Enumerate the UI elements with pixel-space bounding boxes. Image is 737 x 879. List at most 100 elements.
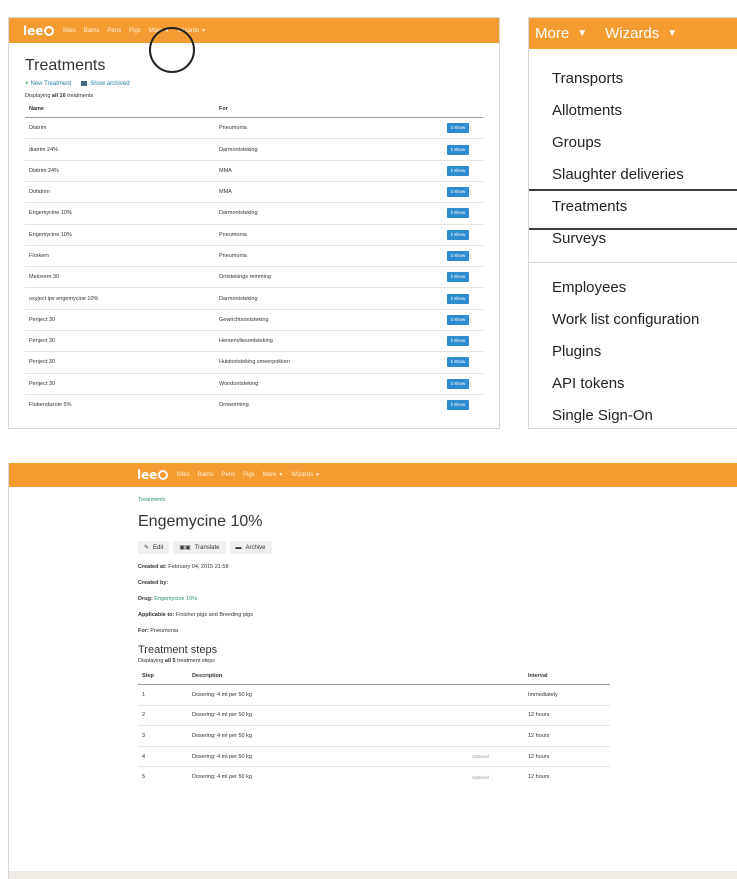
- cell-interval: Immediately: [528, 691, 558, 698]
- show-button[interactable]: ℹ Show: [447, 229, 470, 240]
- nav-pens[interactable]: Pens: [107, 28, 121, 34]
- count-prefix: Displaying: [25, 93, 51, 100]
- nav-wizards[interactable]: Wizards: [605, 25, 659, 42]
- menu-item-employees[interactable]: Employees: [529, 277, 737, 309]
- menu-item-allotments[interactable]: Allotments: [529, 100, 737, 132]
- translate-button[interactable]: ▣▣ Translate: [173, 541, 226, 554]
- show-button[interactable]: ℹ Show: [447, 251, 470, 261]
- nav-wizards[interactable]: Wizards ▼: [291, 472, 320, 478]
- cell-actions: ℹ Show: [443, 330, 483, 352]
- drug-label: Drug:: [138, 596, 153, 602]
- cell-step: 4: [138, 745, 188, 767]
- count-suffix: treatments: [67, 93, 94, 100]
- cell-interval: 12 hours: [524, 725, 610, 747]
- drug-link[interactable]: Engemycine 10%: [154, 596, 197, 602]
- menu-item-surveys[interactable]: Surveys: [529, 228, 737, 260]
- cell-optional: [468, 704, 524, 726]
- archive-button[interactable]: ▬ Archive: [229, 541, 272, 554]
- show-label: Show: [453, 359, 466, 365]
- column-header-step: Step: [138, 668, 188, 685]
- created-at: Created at: February 04, 2015 21:58: [138, 564, 737, 570]
- show-button[interactable]: ℹ Show: [447, 336, 470, 347]
- nav-pigs[interactable]: Pigs: [129, 28, 141, 34]
- cell-optional: [468, 725, 524, 747]
- table-row: 2 Dosering: 4 ml per 50 kg 12 hours: [138, 704, 610, 726]
- nav-more[interactable]: More: [535, 25, 569, 42]
- highlight-box: [529, 189, 737, 230]
- archive-label: Archive: [245, 544, 266, 551]
- menu-item-groups[interactable]: Groups: [529, 132, 737, 164]
- cell-name: Penject 30: [25, 308, 215, 331]
- count-prefix: Displaying: [138, 658, 164, 664]
- show-button[interactable]: ℹ Show: [447, 378, 470, 389]
- applicable-to: Applicable to: Finisher pigs and Breedin…: [138, 612, 737, 618]
- show-label: Show: [453, 253, 466, 258]
- show-button[interactable]: ℹ Show: [447, 187, 470, 198]
- cell-interval: 12 hours: [524, 745, 610, 767]
- breadcrumb[interactable]: Treatments: [138, 497, 737, 503]
- table-header-row: Name For: [25, 101, 483, 119]
- caret-down-icon: ▼: [315, 472, 321, 478]
- cell-description: Dosering: 4 ml per 50 kg: [188, 704, 468, 726]
- table-row: Diatrim 24% MMA ℹ Show: [25, 159, 483, 182]
- cell-actions: ℹ Show: [443, 159, 483, 182]
- show-label: Show: [453, 189, 466, 195]
- page-title: Engemycine 10%: [138, 513, 263, 530]
- archive-icon: ▬: [235, 544, 242, 551]
- nav-barns[interactable]: Barns: [84, 28, 100, 34]
- show-button[interactable]: ℹ Show: [447, 123, 470, 134]
- new-treatment-link[interactable]: + New Treatment: [25, 81, 71, 87]
- cell-for: Pneumonia: [219, 125, 247, 132]
- show-label: Show: [453, 316, 466, 322]
- nav-sites[interactable]: Sites: [176, 472, 189, 478]
- show-button[interactable]: ℹ Show: [447, 400, 470, 411]
- treatments-table-body: Diatrim Pneumonia ℹ Show diatrim 24% Darmont…: [25, 118, 483, 416]
- cell-for: MMA: [215, 159, 443, 182]
- show-button[interactable]: ℹ Show: [447, 208, 470, 219]
- cell-actions: ℹ Show: [443, 223, 483, 246]
- cell-name: Engemycine 10%: [25, 223, 215, 246]
- app-logo[interactable]: lee: [23, 24, 55, 38]
- cell-for: Pneumonia: [215, 244, 443, 267]
- show-button[interactable]: ℹ Show: [447, 165, 470, 176]
- table-row: Penject 30 Hersenvliesontsteking ℹ Show: [25, 330, 483, 352]
- edit-button[interactable]: ✎ Edit: [138, 541, 170, 554]
- cell-actions: ℹ Show: [443, 266, 483, 288]
- show-button[interactable]: ℹ Show: [447, 314, 470, 325]
- show-button[interactable]: ℹ Show: [447, 357, 470, 368]
- cell-for: Ontstekings remming: [215, 266, 443, 288]
- menu-item-single-sign-on[interactable]: Single Sign-On: [529, 405, 737, 428]
- cell-step: 1: [142, 691, 146, 698]
- treatments-table: Name For Diatrim Pneumonia ℹ Show diatrim 2…: [25, 101, 483, 416]
- table-row: Dofatrim MMA ℹ Show: [25, 180, 483, 203]
- nav-barns[interactable]: Barns: [198, 472, 214, 478]
- show-button[interactable]: ℹ Show: [447, 144, 470, 155]
- edit-label: Edit: [153, 544, 164, 551]
- table-row: Flubendazole 5% Ontworming ℹ Show: [25, 393, 483, 416]
- cell-actions: ℹ Show: [443, 118, 483, 139]
- more-menu-zoom-panel: More ▼ Wizards ▼ Transports Allotments Group…: [528, 17, 737, 429]
- nav-wizards-label: Wizards: [291, 472, 314, 478]
- menu-item-work-list-configuration[interactable]: Work list configuration: [529, 309, 737, 341]
- app-logo[interactable]: lee: [137, 468, 169, 482]
- menu-item-plugins[interactable]: Plugins: [529, 341, 737, 373]
- table-row: diatrim 24% Darmontsteking ℹ Show: [25, 138, 483, 161]
- show-button[interactable]: ℹ Show: [447, 293, 470, 304]
- nav-sites[interactable]: Sites: [62, 28, 75, 34]
- menu-item-transports[interactable]: Transports: [529, 68, 737, 100]
- created-at-label: Created at:: [138, 564, 167, 570]
- column-header-interval: Interval: [524, 668, 610, 685]
- table-row: 3 Dosering: 4 ml per 50 kg 12 hours: [138, 725, 610, 747]
- cell-for: Darmontsteking: [215, 287, 443, 310]
- nav-pigs[interactable]: Pigs: [243, 472, 255, 478]
- show-archived-link[interactable]: Show archived: [81, 81, 130, 87]
- cell-for: Pneumonia: [215, 223, 443, 246]
- table-row: 1 Dosering: 4 ml per 50 kg Immediately: [138, 685, 610, 706]
- show-button[interactable]: ℹ Show: [447, 272, 470, 283]
- count-strong: all 16: [51, 93, 66, 100]
- caret-down-icon: ▼: [201, 27, 207, 34]
- cell-description: Dosering: 4 ml per 50 kg: [192, 691, 252, 698]
- menu-item-api-tokens[interactable]: API tokens: [529, 373, 737, 405]
- nav-pens[interactable]: Pens: [221, 472, 235, 478]
- nav-more[interactable]: More ▼: [263, 472, 284, 478]
